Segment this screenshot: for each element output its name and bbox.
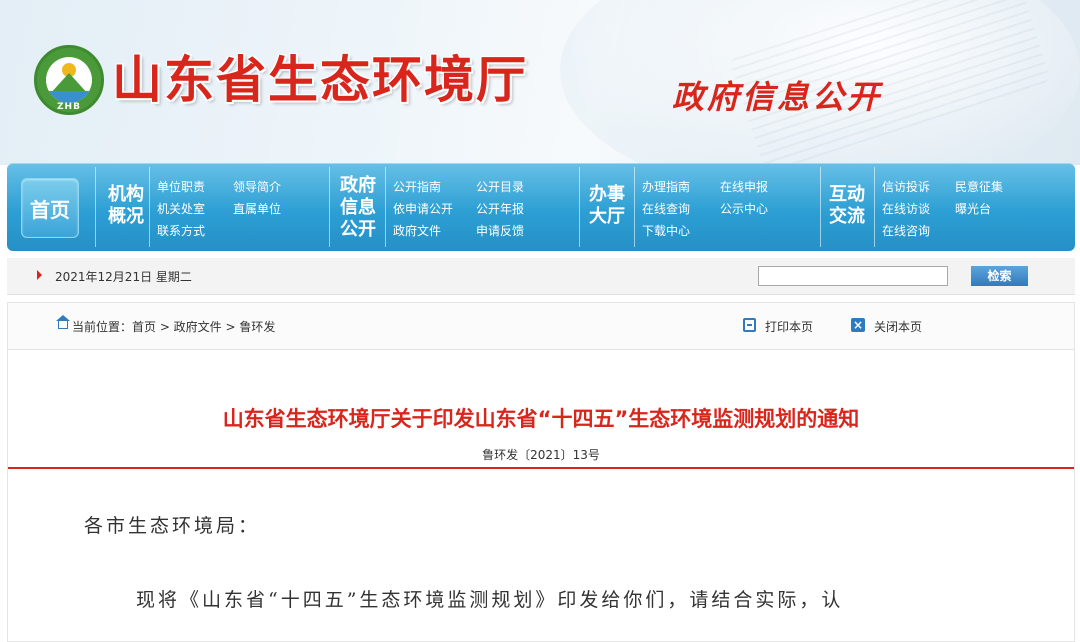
nav-link-contact[interactable]: 联系方式 (157, 222, 205, 239)
nav-section-disclosure-title[interactable]: 政府 信息 公开 (337, 175, 379, 241)
nav-divider (579, 167, 580, 247)
bullet-arrow-icon (37, 270, 42, 280)
logo-text: ZHB (57, 102, 81, 112)
nav-divider (149, 167, 150, 247)
home-icon (56, 315, 70, 329)
nav-link-online-interview[interactable]: 在线访谈 (882, 200, 930, 217)
article-container: 当前位置：首页 > 政府文件 > 鲁环发 打印本页 × 关闭本页 山东省生态环境… (7, 302, 1075, 642)
nav-link-opinion-collection[interactable]: 民意征集 (955, 178, 1003, 195)
date-search-bar: 2021年12月21日 星期二 检索 (7, 258, 1075, 295)
search-input[interactable] (758, 266, 948, 286)
nav-link-online-consult[interactable]: 在线咨询 (882, 222, 930, 239)
document-paragraph: 现将《山东省“十四五”生态环境监测规划》印发给你们，请结合实际，认 (136, 589, 844, 611)
nav-divider (385, 167, 386, 247)
document-number: 鲁环发〔2021〕13号 (482, 448, 600, 462)
department-logo-icon[interactable]: ZHB (34, 45, 104, 115)
breadcrumb[interactable]: 当前位置：首页 > 政府文件 > 鲁环发 (72, 318, 275, 335)
close-page-button[interactable]: 关闭本页 (874, 318, 922, 335)
search-button[interactable]: 检索 (971, 266, 1028, 286)
nav-link-application-feedback[interactable]: 申请反馈 (476, 222, 524, 239)
nav-link-service-guide[interactable]: 办理指南 (642, 178, 690, 195)
site-header: ZHB 山东省生态环境厅 政府信息公开 (0, 0, 1080, 165)
print-page-button[interactable]: 打印本页 (765, 318, 813, 335)
nav-divider (329, 167, 330, 247)
nav-section-service-title[interactable]: 办事 大厅 (585, 184, 629, 228)
document-title: 山东省生态环境厅关于印发山东省“十四五”生态环境监测规划的通知 (222, 407, 860, 431)
nav-section-org-title[interactable]: 机构 概况 (105, 184, 147, 228)
close-icon[interactable]: × (851, 318, 865, 332)
nav-section-interaction-title[interactable]: 互动 交流 (825, 184, 869, 228)
nav-home-button[interactable]: 首页 (21, 178, 79, 238)
nav-link-petition[interactable]: 信访投诉 (882, 178, 930, 195)
nav-link-publicity-center[interactable]: 公示中心 (720, 200, 768, 217)
nav-divider (634, 167, 635, 247)
nav-link-disclosure-catalog[interactable]: 公开目录 (476, 178, 524, 195)
nav-link-gov-documents[interactable]: 政府文件 (393, 222, 441, 239)
nav-link-online-apply[interactable]: 在线申报 (720, 178, 768, 195)
site-title[interactable]: 山东省生态环境厅 (112, 40, 528, 112)
nav-link-disclosure-guide[interactable]: 公开指南 (393, 178, 441, 195)
nav-link-exposure[interactable]: 曝光台 (955, 200, 991, 217)
site-subtitle: 政府信息公开 (672, 78, 883, 116)
nav-divider (820, 167, 821, 247)
nav-link-leaders[interactable]: 领导简介 (233, 178, 281, 195)
nav-link-departments[interactable]: 机关处室 (157, 200, 205, 217)
title-divider (8, 467, 1074, 469)
nav-link-apply-disclosure[interactable]: 依申请公开 (393, 200, 453, 217)
print-icon[interactable] (743, 318, 756, 332)
nav-link-unit-duties[interactable]: 单位职责 (157, 178, 205, 195)
main-navigation: 首页 机构 概况 单位职责 领导简介 机关处室 直属单位 联系方式 政府 信息 公开 … (7, 163, 1075, 251)
nav-link-online-query[interactable]: 在线查询 (642, 200, 690, 217)
nav-link-affiliated-units[interactable]: 直属单位 (233, 200, 281, 217)
nav-link-annual-report[interactable]: 公开年报 (476, 200, 524, 217)
nav-divider (874, 167, 875, 247)
current-date: 2021年12月21日 星期二 (55, 270, 192, 284)
nav-divider (95, 167, 96, 247)
document-greeting: 各市生态环境局： (84, 515, 261, 537)
breadcrumb-bar: 当前位置：首页 > 政府文件 > 鲁环发 打印本页 × 关闭本页 (8, 303, 1074, 350)
nav-link-download-center[interactable]: 下载中心 (642, 222, 690, 239)
